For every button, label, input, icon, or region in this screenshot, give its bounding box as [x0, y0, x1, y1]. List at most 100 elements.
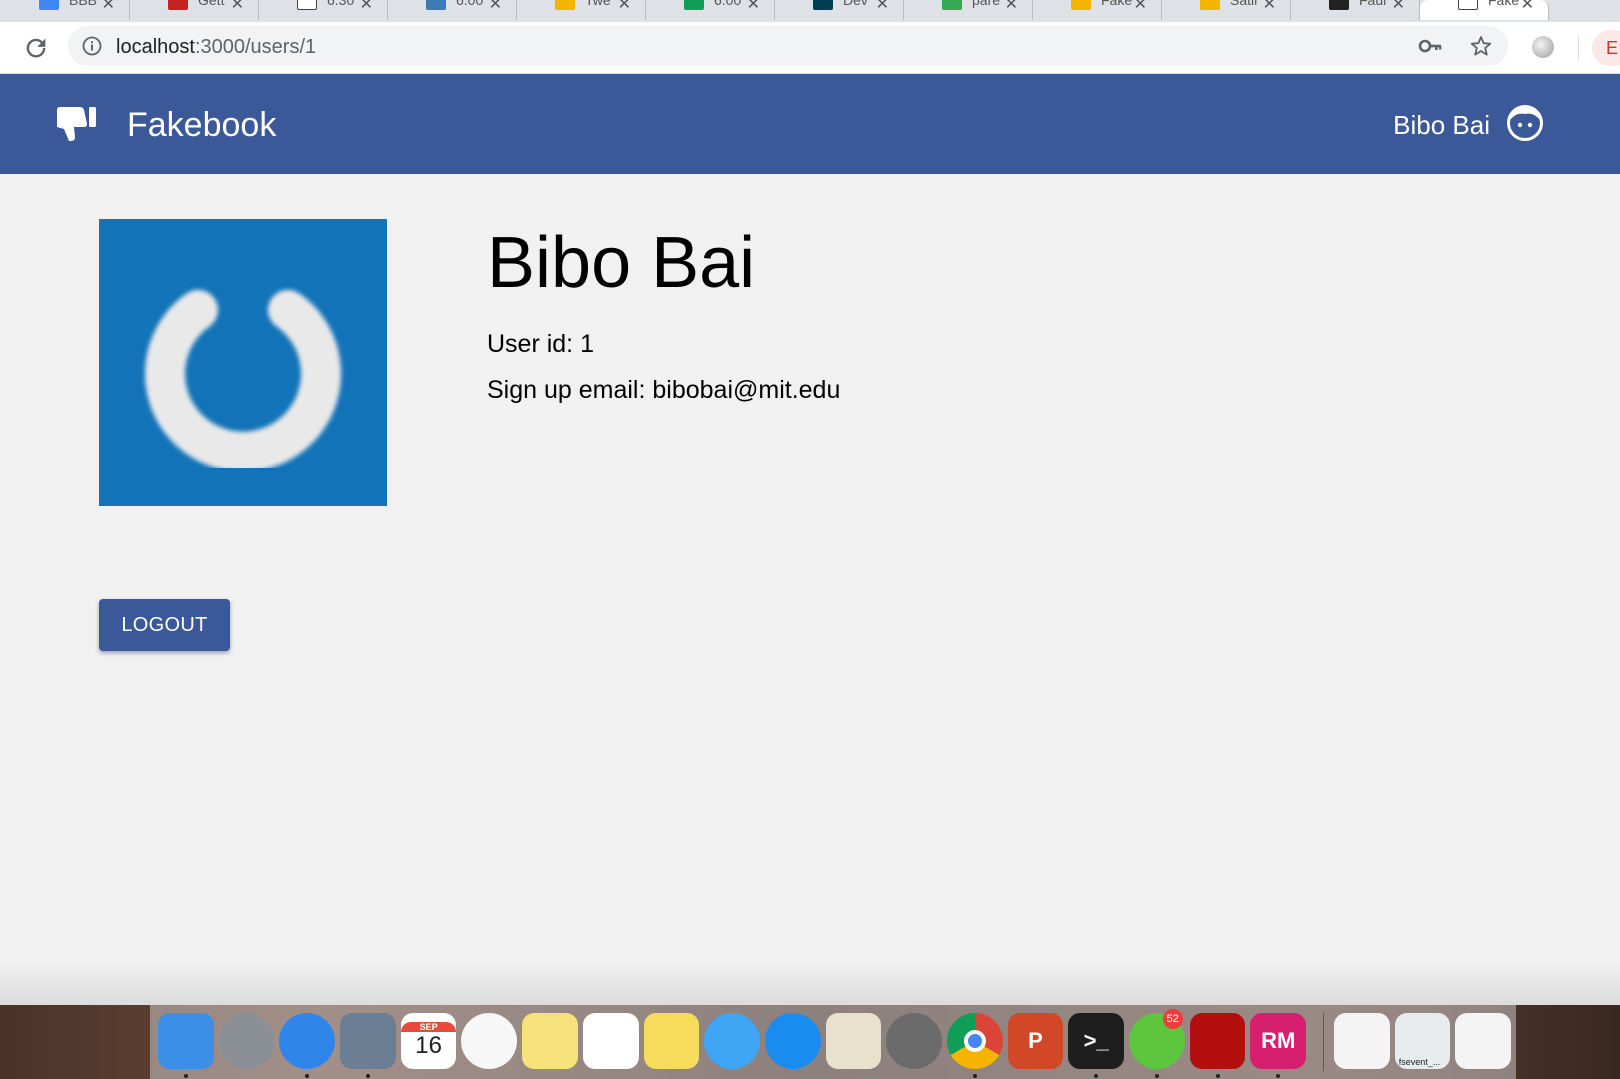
running-indicator [1155, 1074, 1159, 1078]
close-icon[interactable]: ✕ [1005, 0, 1018, 14]
page-icon [297, 0, 317, 10]
gmail-icon [168, 0, 188, 10]
logout-button[interactable]: LOGOUT [99, 599, 230, 651]
browser-tab[interactable]: BBB ✕ [1, 0, 130, 20]
browser-tab[interactable]: Gett ✕ [130, 0, 259, 20]
safari-icon[interactable] [279, 1013, 336, 1078]
wechat-icon[interactable]: 52 [1129, 1009, 1185, 1078]
running-indicator [366, 1074, 371, 1078]
page-icon [1458, 0, 1478, 10]
avatar-face-icon[interactable] [1506, 104, 1544, 142]
profile-photo [99, 219, 387, 506]
close-icon[interactable]: ✕ [876, 0, 889, 14]
google-icon [942, 0, 962, 10]
system-preferences-icon[interactable] [886, 1013, 942, 1069]
app-navbar: Fakebook Bibo Bai [0, 74, 1620, 174]
reminders-icon[interactable] [582, 1013, 639, 1069]
key-icon[interactable] [1418, 34, 1444, 58]
running-indicator [305, 1074, 310, 1078]
document-stack-icon[interactable] [1334, 1013, 1390, 1069]
notification-badge: 52 [1162, 1009, 1183, 1029]
close-icon[interactable]: ✕ [1134, 0, 1147, 14]
close-icon[interactable]: ✕ [360, 0, 373, 14]
preview-icon[interactable] [340, 1013, 396, 1078]
notes-icon[interactable] [643, 1013, 700, 1069]
acrobat-icon[interactable] [1189, 1013, 1246, 1078]
twitter-icon [555, 0, 575, 10]
browser-toolbar: localhost:3000/users/1 E [0, 22, 1620, 74]
docs-icon [39, 0, 59, 10]
running-indicator [1276, 1074, 1281, 1078]
macos-dock: SEP 16 P >_ 52 RM fsevent_... [150, 1005, 1516, 1079]
thumbs-down-icon[interactable] [54, 104, 98, 144]
chrome-center [963, 1030, 986, 1052]
close-icon[interactable]: ✕ [1263, 0, 1276, 14]
close-icon[interactable]: ✕ [1521, 0, 1534, 14]
power-icon [145, 265, 341, 468]
rubymine-icon[interactable]: RM [1250, 1013, 1307, 1078]
browser-tab[interactable]: 6.00 ✕ [388, 0, 517, 20]
devpost-icon [813, 0, 833, 10]
dock-glyph: RM [1261, 1028, 1296, 1053]
profile-button[interactable]: E [1592, 30, 1620, 66]
finder-icon[interactable] [158, 1013, 214, 1078]
extension-icon[interactable] [1532, 36, 1554, 58]
dock-separator [1323, 1013, 1325, 1071]
browser-tab[interactable]: pare ✕ [904, 0, 1033, 20]
calendar-day: 16 [415, 1032, 442, 1059]
running-indicator [1215, 1074, 1220, 1078]
profile-email: Sign up email: bibobai@mit.edu [487, 376, 841, 404]
trash-icon[interactable] [1455, 1013, 1512, 1069]
launchpad-icon[interactable] [218, 1013, 275, 1069]
toolbar-divider [1578, 36, 1579, 60]
url-text[interactable]: localhost:3000/users/1 [116, 36, 316, 59]
browser-tab[interactable]: Dev ✕ [775, 0, 904, 20]
powerpoint-icon[interactable]: P [1007, 1013, 1064, 1069]
close-icon[interactable]: ✕ [747, 0, 760, 14]
dock-shadow [0, 960, 1620, 1005]
close-icon[interactable]: ✕ [102, 0, 115, 14]
dock-glyph: >_ [1083, 1028, 1109, 1053]
slides-icon [1071, 0, 1091, 10]
profile-user-id: User id: 1 [487, 330, 594, 358]
nav-user-name[interactable]: Bibo Bai [1393, 110, 1490, 141]
browser-tab[interactable]: Faul ✕ [1291, 0, 1420, 20]
calendar-month: SEP [400, 1022, 457, 1032]
sheets-icon [684, 0, 704, 10]
piazza-icon [426, 0, 446, 10]
close-icon[interactable]: ✕ [231, 0, 244, 14]
messages-icon[interactable] [704, 1013, 760, 1069]
close-icon[interactable]: ✕ [489, 0, 502, 14]
screenshot-stack-icon[interactable]: fsevent_... [1394, 1013, 1451, 1069]
dock-item-label: fsevent_... [1398, 1057, 1441, 1067]
address-bar[interactable]: localhost:3000/users/1 [68, 26, 1508, 66]
chrome-icon[interactable] [946, 1013, 1003, 1078]
stickies-icon[interactable] [522, 1013, 578, 1069]
textedit-icon[interactable] [825, 1013, 882, 1069]
url-host: localhost [116, 36, 195, 58]
browser-tab-strip: BBB ✕ Gett ✕ 6.30 ✕ 6.00 ✕ Twe ✕ 6.00 ✕ Dev ✕ pare ✕ Fak… [0, 0, 1620, 22]
reload-icon[interactable] [22, 34, 50, 62]
browser-tab[interactable]: Satir ✕ [1162, 0, 1291, 20]
photos-icon[interactable] [461, 1013, 518, 1069]
browser-tab[interactable]: 6.30 ✕ [259, 0, 388, 20]
bookmark-star-icon[interactable] [1468, 34, 1494, 58]
close-icon[interactable]: ✕ [618, 0, 631, 14]
terminal-icon[interactable]: >_ [1068, 1013, 1124, 1078]
running-indicator [1094, 1074, 1099, 1078]
dock-glyph: P [1028, 1028, 1043, 1053]
browser-tab[interactable]: 6.00 ✕ [646, 0, 775, 20]
info-icon[interactable] [82, 36, 102, 56]
app-store-icon[interactable] [764, 1013, 821, 1069]
github-icon [1329, 0, 1349, 10]
browser-tab[interactable]: Twe ✕ [517, 0, 646, 20]
profile-name: Bibo Bai [487, 223, 756, 303]
slides-icon [1200, 0, 1220, 10]
url-path: :3000/users/1 [194, 36, 317, 58]
browser-tab[interactable]: Fake ✕ [1420, 0, 1549, 20]
browser-tab[interactable]: Fake ✕ [1033, 0, 1162, 20]
calendar-icon[interactable]: SEP 16 [400, 1013, 457, 1069]
close-icon[interactable]: ✕ [1392, 0, 1405, 14]
running-indicator [972, 1074, 977, 1078]
brand-name[interactable]: Fakebook [127, 106, 276, 145]
